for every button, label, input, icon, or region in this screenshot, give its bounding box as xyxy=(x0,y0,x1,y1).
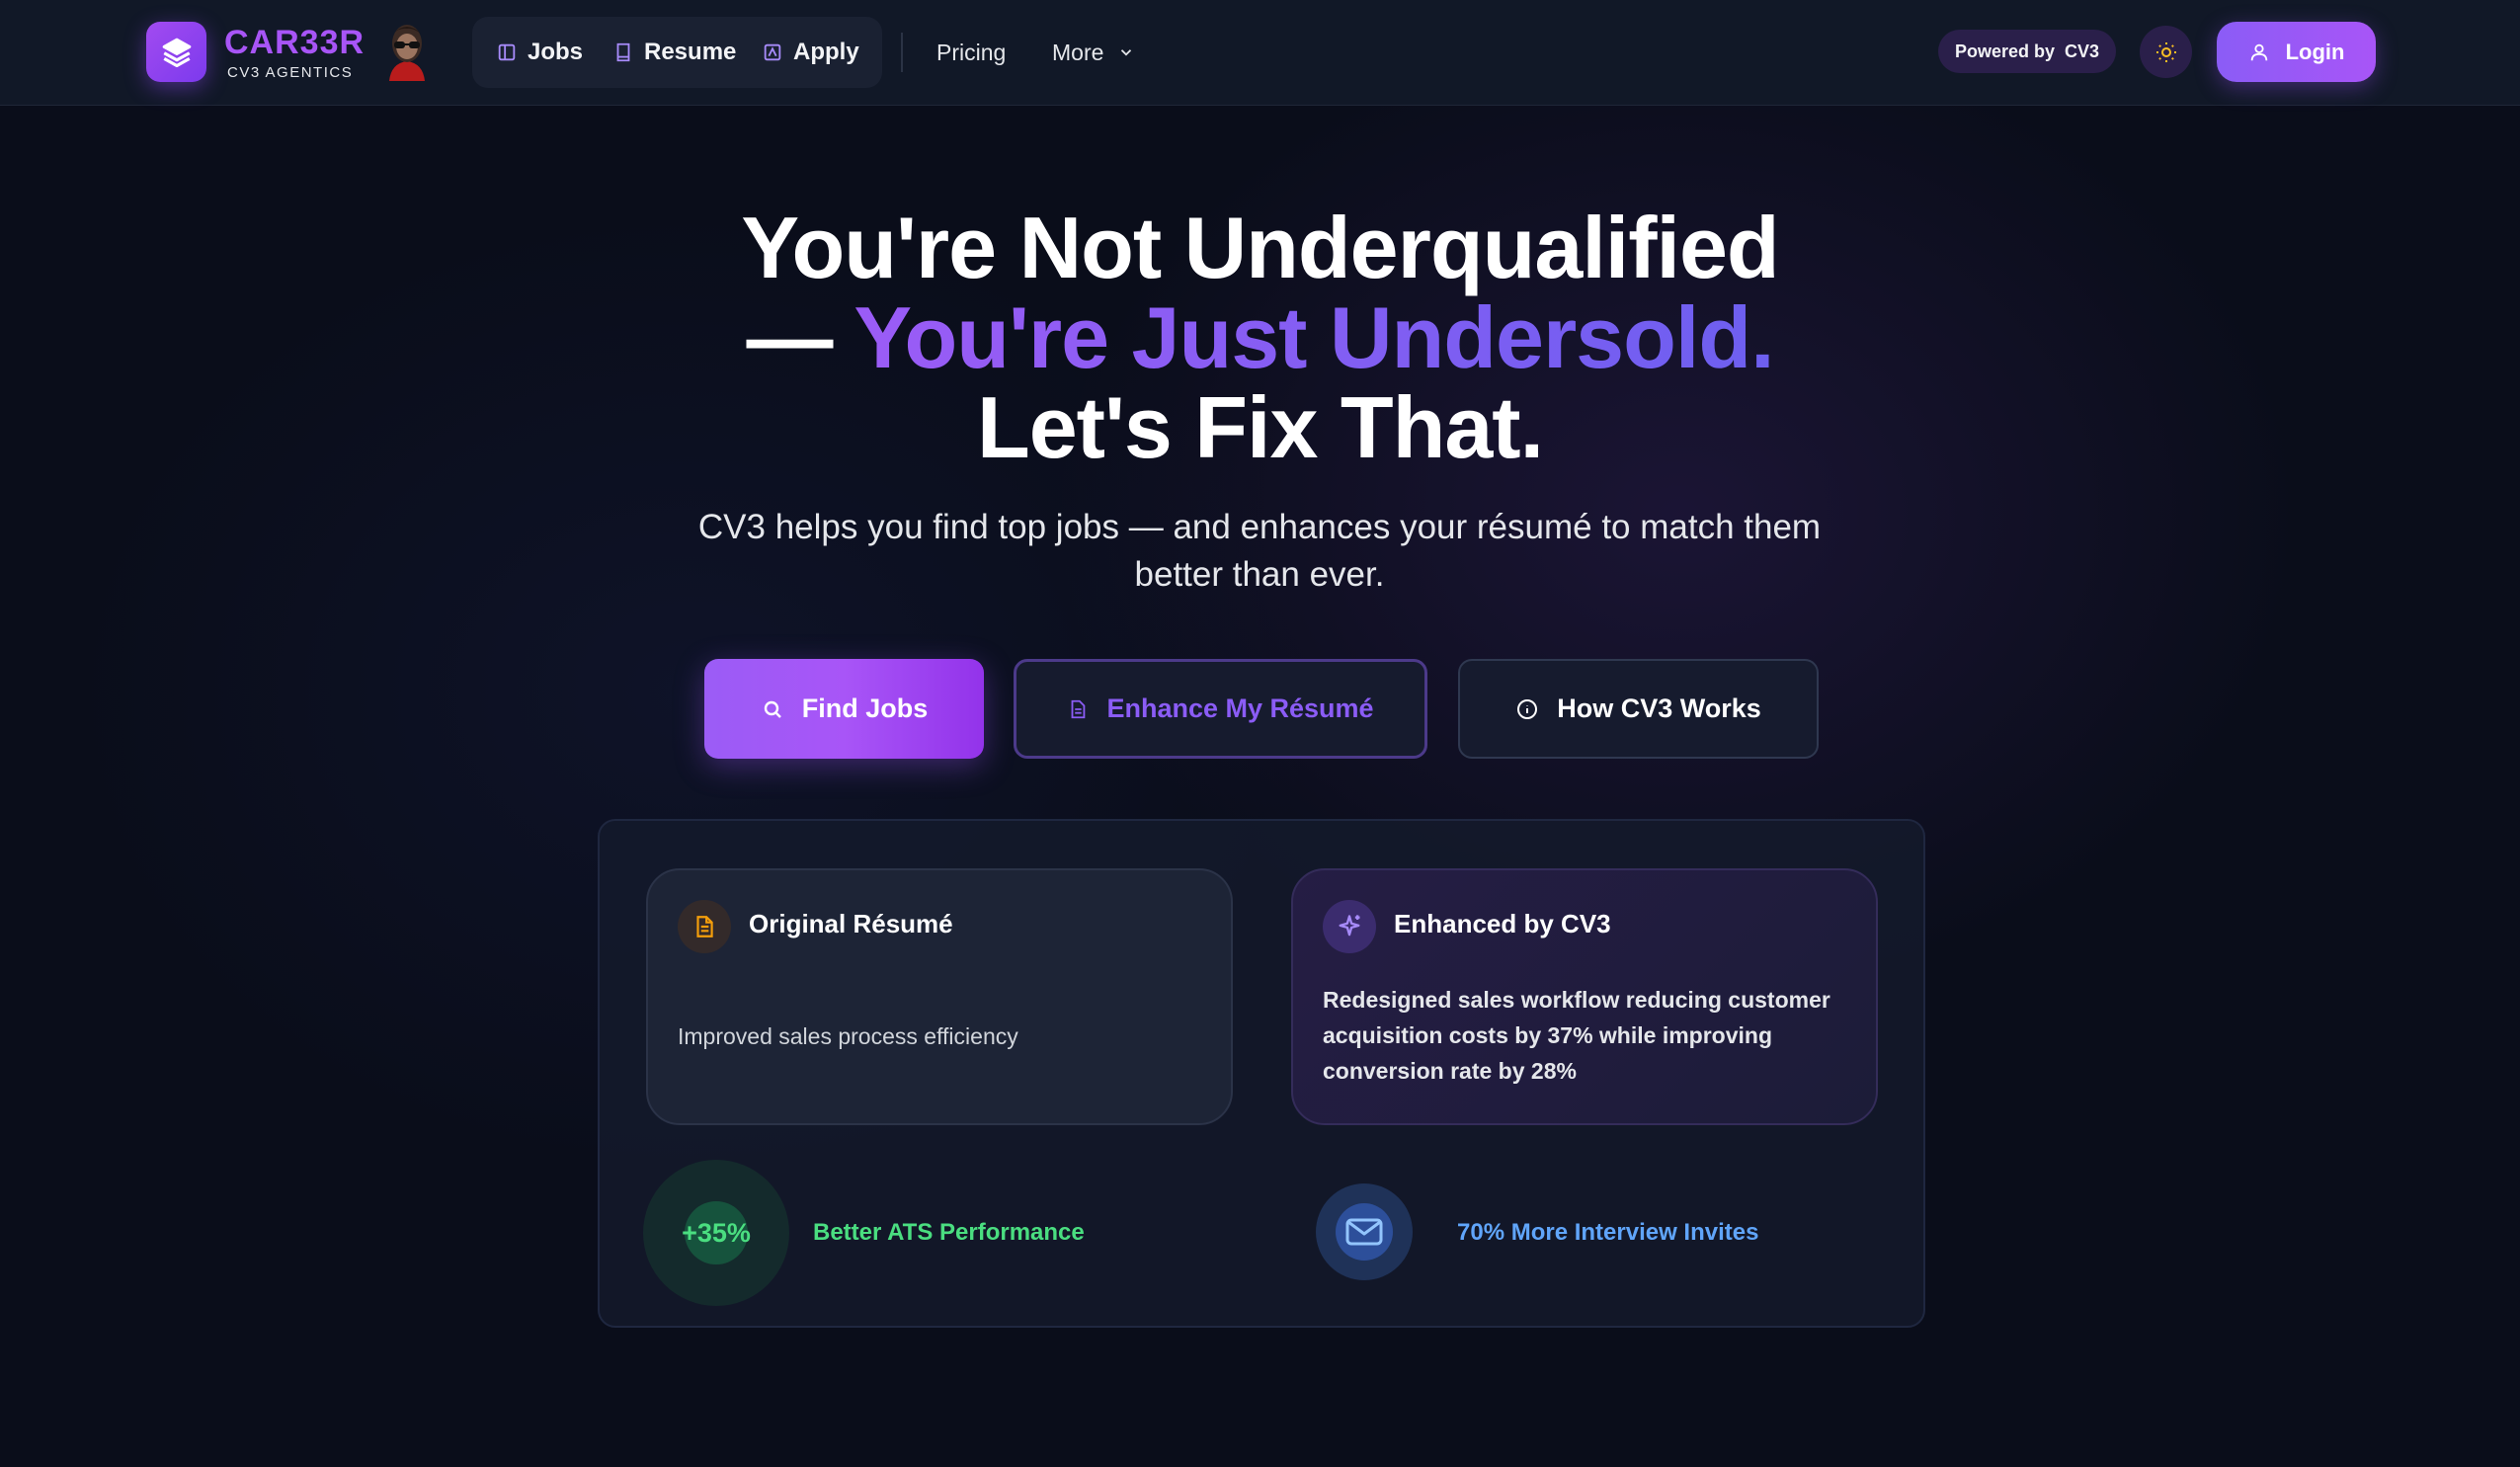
nav-more[interactable]: More xyxy=(1052,33,1135,72)
original-resume-text: Improved sales process efficiency xyxy=(678,1023,1018,1049)
how-cv3-works-button[interactable]: How CV3 Works xyxy=(1458,659,1819,759)
primary-nav: Jobs Resume Apply xyxy=(472,17,882,88)
nav-apply-label: Apply xyxy=(793,39,859,65)
user-icon xyxy=(2250,43,2267,60)
hero-title-accent: You're Just Undersold. xyxy=(854,288,1774,386)
original-resume-title: Original Résumé xyxy=(749,909,953,938)
powered-by-badge: Powered by CV3 xyxy=(1938,30,2116,73)
enhanced-resume-title: Enhanced by CV3 xyxy=(1394,909,1611,938)
nav-resume[interactable]: Resume xyxy=(612,17,736,88)
ats-stat-label: Better ATS Performance xyxy=(813,1219,1085,1246)
hero-title: You're Not Underqualified — You're Just … xyxy=(0,203,2520,472)
find-jobs-button[interactable]: Find Jobs xyxy=(704,659,984,759)
original-resume-card: Original Résumé Improved sales process e… xyxy=(646,868,1233,1125)
document-icon xyxy=(678,900,731,953)
search-icon xyxy=(764,700,781,718)
hero-title-line1: You're Not Underqualified xyxy=(741,199,1779,296)
nav-divider xyxy=(901,33,903,72)
interview-stat-badge xyxy=(1316,1183,1413,1280)
info-icon xyxy=(1517,698,1538,719)
nav-more-label: More xyxy=(1052,39,1104,65)
enhance-resume-label: Enhance My Résumé xyxy=(1106,693,1374,723)
hero-subtitle: CV3 helps you find top jobs — and enhanc… xyxy=(697,508,1822,594)
ats-stat-value: +35% xyxy=(682,1201,751,1264)
enhance-resume-button[interactable]: Enhance My Résumé xyxy=(1014,659,1427,759)
sun-icon xyxy=(2155,41,2176,62)
document-icon xyxy=(1072,699,1086,718)
resume-comparison-panel: Original Résumé Improved sales process e… xyxy=(598,819,1925,1328)
brand-name[interactable]: CAR33R xyxy=(224,24,365,62)
chevron-down-icon xyxy=(1121,49,1132,56)
interview-stat-label: 70% More Interview Invites xyxy=(1457,1219,1759,1246)
login-label: Login xyxy=(2285,39,2345,64)
brand-subtitle: CV3 AGENTICS xyxy=(227,64,354,81)
nav-apply[interactable]: Apply xyxy=(762,17,859,88)
enhanced-resume-text: Redesigned sales workflow reducing custo… xyxy=(1323,987,1830,1084)
nav-jobs[interactable]: Jobs xyxy=(496,17,583,88)
nav-pricing[interactable]: Pricing xyxy=(936,33,1006,72)
image-box-icon xyxy=(764,43,781,61)
hero-title-line3: Let's Fix That. xyxy=(976,378,1544,476)
hero-title-dash: — xyxy=(746,288,854,386)
powered-by-prefix: Powered by xyxy=(1954,41,2055,61)
nav-resume-label: Resume xyxy=(644,39,737,65)
powered-by-name: CV3 xyxy=(2065,41,2100,61)
login-button[interactable]: Login xyxy=(2217,22,2376,82)
layers-icon[interactable] xyxy=(146,22,206,82)
mail-icon xyxy=(1336,1203,1393,1261)
sparkles-icon xyxy=(1323,900,1376,953)
avatar-icon xyxy=(383,18,431,83)
top-navbar: CAR33R CV3 AGENTICS Jobs Resume Apply Pr… xyxy=(0,0,2520,106)
find-jobs-label: Find Jobs xyxy=(801,693,929,723)
theme-toggle-button[interactable] xyxy=(2140,26,2192,78)
ats-stat-badge: +35% xyxy=(643,1160,789,1306)
nav-jobs-label: Jobs xyxy=(528,39,584,65)
enhanced-resume-card: Enhanced by CV3 Redesigned sales workflo… xyxy=(1291,868,1878,1125)
book-icon xyxy=(616,42,630,62)
book-open-icon xyxy=(498,43,516,61)
how-cv3-works-label: How CV3 Works xyxy=(1557,693,1761,723)
